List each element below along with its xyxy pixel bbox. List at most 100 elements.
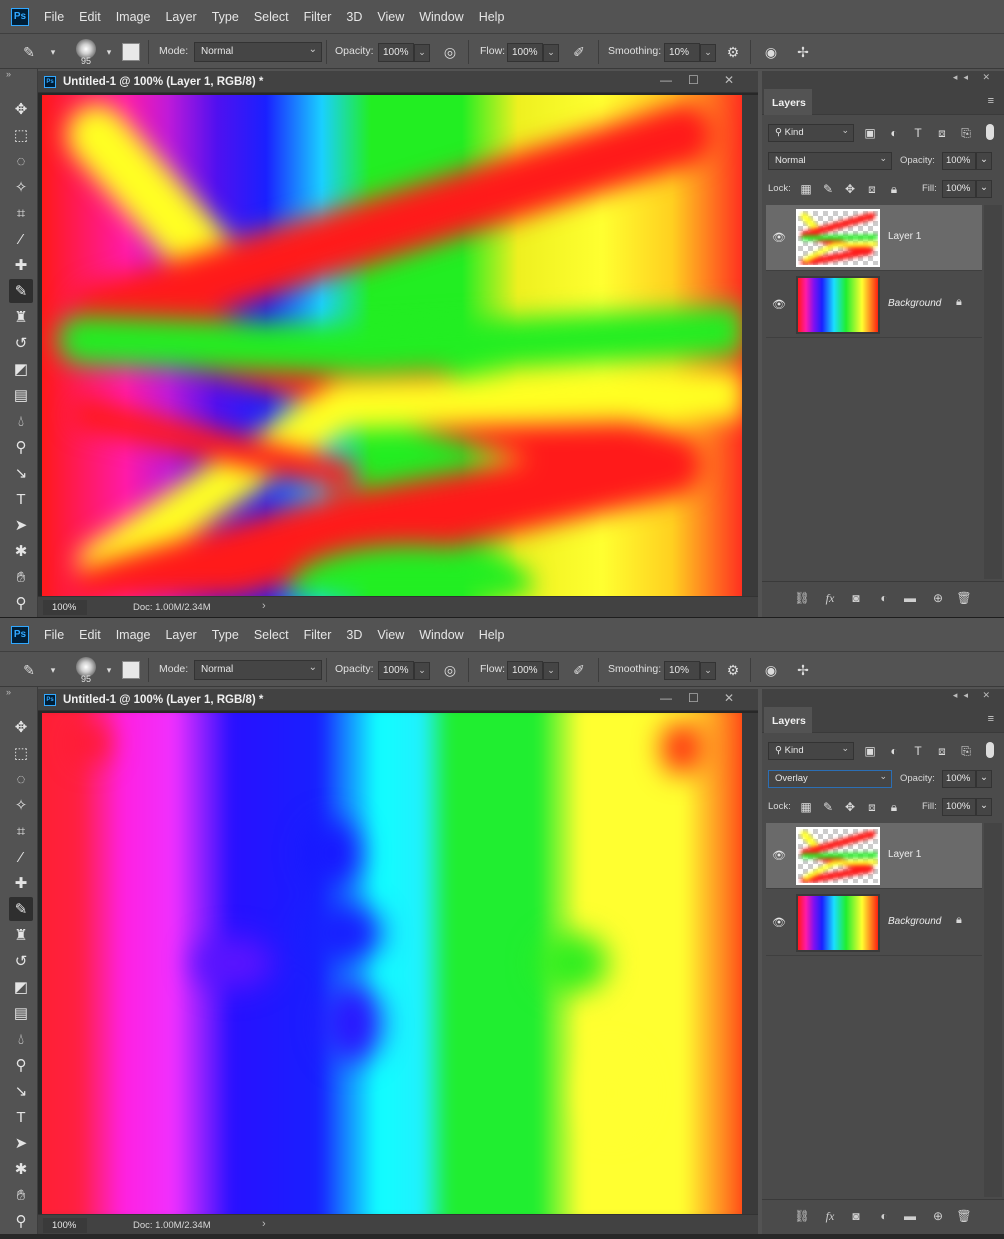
filter-pixel-icon[interactable]: ▣ [862, 125, 878, 141]
brush-settings-panel-icon[interactable] [122, 661, 140, 679]
opacity-dropdown-icon[interactable]: ⌄ [414, 44, 430, 62]
menu-window[interactable]: Window [419, 10, 463, 24]
filter-type-icon[interactable]: T [910, 125, 926, 141]
panel-scrollbar[interactable] [984, 823, 1002, 1197]
opacity-dropdown-icon[interactable]: ⌄ [414, 662, 430, 680]
eraser-icon[interactable]: ◩ [9, 975, 33, 999]
link-layers-icon[interactable]: ⛓ [794, 1208, 810, 1224]
marquee-icon[interactable]: ⬚ [9, 123, 33, 147]
symmetry-icon[interactable]: ✢ [794, 661, 812, 679]
flow-dropdown-icon[interactable]: ⌄ [543, 44, 559, 62]
mode-select[interactable]: Normal ⌄ [194, 42, 322, 62]
lock-all-icon[interactable]: 🔒︎ [886, 181, 902, 197]
chevron-down-icon[interactable]: ▾ [100, 43, 118, 61]
gradient-icon[interactable]: ▤ [9, 383, 33, 407]
fill-input[interactable]: 100% [942, 180, 976, 198]
mode-select[interactable]: Normal ⌄ [194, 660, 322, 680]
menu-layer[interactable]: Layer [165, 628, 196, 642]
pressure-opacity-icon[interactable]: ◎ [441, 661, 459, 679]
fill-dropdown-icon[interactable]: ⌄ [976, 180, 992, 198]
smoothing-dropdown-icon[interactable]: ⌄ [700, 662, 716, 680]
menu-file[interactable]: File [44, 628, 64, 642]
panel-collapse-close-icons[interactable]: ◂◂ ✕ [953, 72, 996, 83]
canvas[interactable] [42, 95, 742, 596]
lock-artboard-icon[interactable]: ⧈ [864, 181, 880, 197]
lock-image-icon[interactable]: ✎ [820, 181, 836, 197]
menu-filter[interactable]: Filter [304, 10, 332, 24]
menu-edit[interactable]: Edit [79, 628, 101, 642]
brush-icon[interactable]: ✎ [9, 897, 33, 921]
menu-select[interactable]: Select [254, 10, 289, 24]
shape-icon[interactable]: ✱ [9, 1157, 33, 1181]
opacity-input[interactable]: 100% [378, 661, 414, 680]
hand-icon[interactable]: ✋︎ [9, 1183, 33, 1207]
type-icon[interactable]: T [9, 487, 33, 511]
minimize-icon[interactable]: — [660, 691, 672, 705]
crop-icon[interactable]: ⌗ [9, 819, 33, 843]
trash-icon[interactable]: 🗑︎ [956, 1208, 972, 1224]
fx-icon[interactable]: fx [822, 590, 838, 606]
clone-stamp-icon[interactable]: ♜ [9, 305, 33, 329]
lock-transparent-icon[interactable]: ▦ [798, 181, 814, 197]
menu-edit[interactable]: Edit [79, 10, 101, 24]
lasso-icon[interactable]: ◌ [9, 149, 33, 173]
lock-icon[interactable]: 🔒︎ [956, 914, 962, 927]
lock-position-icon[interactable]: ✥ [842, 181, 858, 197]
path-select-icon[interactable]: ➤ [9, 1131, 33, 1155]
symmetry-icon[interactable]: ✢ [794, 43, 812, 61]
filter-kind-select[interactable]: ⚲ Kind ⌄ [768, 124, 854, 142]
zoom-icon[interactable]: ⚲ [9, 1209, 33, 1233]
history-brush-icon[interactable]: ↺ [9, 331, 33, 355]
layer-row-layer1[interactable]: 👁︎ Layer 1 [766, 823, 982, 889]
filter-type-icon[interactable]: T [910, 743, 926, 759]
menu-window[interactable]: Window [419, 628, 463, 642]
blur-icon[interactable]: 💧︎ [9, 409, 33, 433]
magic-wand-icon[interactable]: ✧ [9, 175, 33, 199]
layer-row-layer1[interactable]: 👁︎ Layer 1 [766, 205, 982, 271]
collapse-arrows-icon[interactable]: » [6, 687, 11, 697]
airbrush-icon[interactable]: ✐ [570, 661, 588, 679]
filter-shape-icon[interactable]: ⧈ [934, 743, 950, 759]
tab-layers[interactable]: Layers [764, 89, 812, 115]
layer-opacity-input[interactable]: 100% [942, 770, 976, 788]
eyedropper-icon[interactable]: ⁄ [9, 845, 33, 869]
document-tab[interactable]: Ps Untitled-1 @ 100% (Layer 1, RGB/8) * … [38, 689, 758, 711]
path-select-icon[interactable]: ➤ [9, 513, 33, 537]
menu-view[interactable]: View [377, 628, 404, 642]
type-icon[interactable]: T [9, 1105, 33, 1129]
eye-icon[interactable]: 👁︎ [772, 298, 786, 311]
eye-icon[interactable]: 👁︎ [772, 916, 786, 929]
filter-adjustment-icon[interactable]: ◐ [886, 743, 902, 759]
menu-help[interactable]: Help [479, 10, 505, 24]
link-layers-icon[interactable]: ⛓ [794, 590, 810, 606]
lock-image-icon[interactable]: ✎ [820, 799, 836, 815]
lock-position-icon[interactable]: ✥ [842, 799, 858, 815]
new-layer-icon[interactable]: ⊕ [930, 1208, 946, 1224]
brush-tool-preset-icon[interactable]: ✎ [20, 43, 38, 61]
lock-all-icon[interactable]: 🔒︎ [886, 799, 902, 815]
menu-image[interactable]: Image [116, 628, 151, 642]
smoothing-dropdown-icon[interactable]: ⌄ [700, 44, 716, 62]
pen-icon[interactable]: ↘ [9, 1079, 33, 1103]
minimize-icon[interactable]: — [660, 73, 672, 87]
layer-row-background[interactable]: 👁︎ Background 🔒︎ [766, 890, 982, 956]
gear-icon[interactable]: ⚙ [724, 661, 742, 679]
move-icon[interactable]: ✥ [9, 97, 33, 121]
lasso-icon[interactable]: ◌ [9, 767, 33, 791]
menu-type[interactable]: Type [212, 10, 239, 24]
panel-menu-icon[interactable]: ≡ [988, 713, 994, 725]
flow-input[interactable]: 100% [507, 43, 543, 62]
layer-opacity-input[interactable]: 100% [942, 152, 976, 170]
brush-icon[interactable]: ✎ [9, 279, 33, 303]
new-layer-icon[interactable]: ⊕ [930, 590, 946, 606]
blur-icon[interactable]: 💧︎ [9, 1027, 33, 1051]
pressure-size-icon[interactable]: ◉ [762, 43, 780, 61]
pressure-size-icon[interactable]: ◉ [762, 661, 780, 679]
panel-collapse-close-icons[interactable]: ◂◂ ✕ [953, 690, 996, 701]
blend-mode-select[interactable]: Overlay ⌄ [768, 770, 892, 788]
gear-icon[interactable]: ⚙ [724, 43, 742, 61]
chevron-down-icon[interactable]: ▾ [100, 661, 118, 679]
vertical-scrollbar[interactable] [742, 713, 758, 1214]
move-icon[interactable]: ✥ [9, 715, 33, 739]
fx-icon[interactable]: fx [822, 1208, 838, 1224]
